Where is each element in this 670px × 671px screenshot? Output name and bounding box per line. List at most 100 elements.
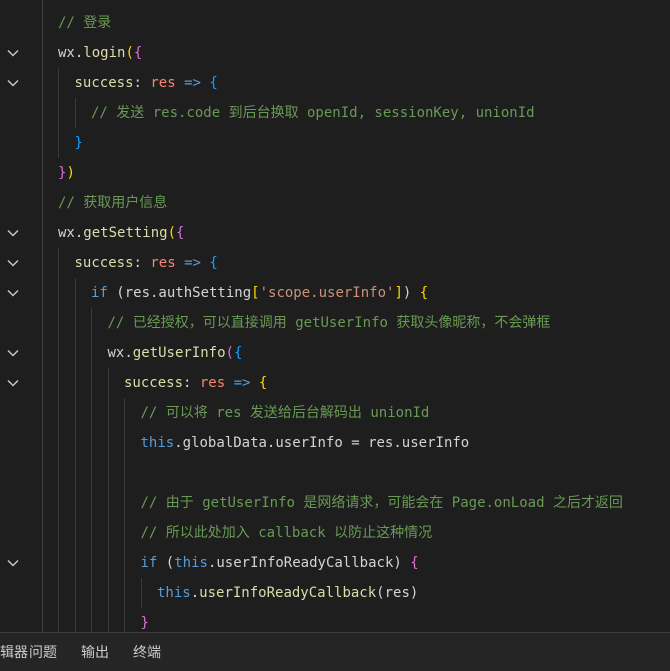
code-token: res.authSetting — [124, 285, 252, 301]
code-token: ] — [394, 285, 403, 301]
code-line[interactable]: wx.login({ — [58, 38, 142, 68]
code-token: login — [83, 45, 126, 61]
panel-tab-bar: 编辑器 问题 输出 终端 — [0, 632, 670, 671]
indent-guide — [91, 308, 92, 632]
chevron-down-icon — [7, 379, 19, 387]
code-editor[interactable]: // 登录 wx.login({success: res => {// 发送 re… — [0, 0, 670, 632]
indent-guide — [108, 368, 109, 632]
code-token: // 所以此处加入 callback 以防止这种情况 — [140, 525, 433, 541]
fold-toggle[interactable] — [0, 248, 26, 278]
code-token: res — [199, 375, 226, 391]
code-token: ( — [157, 555, 175, 571]
code-token: [ — [251, 285, 260, 301]
tab-output[interactable]: 输出 — [81, 633, 109, 671]
chevron-down-icon — [7, 289, 19, 297]
code-token: : — [133, 75, 151, 91]
code-token: success — [124, 375, 184, 391]
code-line[interactable]: // 发送 res.code 到后台换取 openId, sessionKey,… — [91, 98, 535, 128]
code-token: getSetting — [83, 225, 168, 241]
tab-problems[interactable]: 问题 — [29, 633, 57, 671]
chevron-down-icon — [7, 79, 19, 87]
code-token: 'scope.userInfo' — [259, 285, 395, 301]
code-line[interactable]: success: res => { — [75, 248, 218, 278]
code-token: ) — [66, 165, 75, 181]
code-line[interactable]: } — [75, 128, 83, 158]
code-token: .globalData.userInfo = res.userInfo — [174, 435, 470, 451]
code-line[interactable]: // 登录 — [58, 8, 111, 38]
code-token: success — [74, 75, 134, 91]
code-token: { — [258, 375, 268, 391]
code-line[interactable]: success: res => { — [124, 368, 267, 398]
code-token: } — [74, 135, 83, 151]
indent-guide — [75, 278, 76, 632]
indent-ruler — [42, 0, 43, 632]
fold-toggle[interactable] — [0, 548, 26, 578]
code-token: (res) — [376, 585, 419, 601]
fold-toggle[interactable] — [0, 338, 26, 368]
code-token: this — [140, 435, 175, 451]
code-line[interactable]: success: res => { — [75, 68, 218, 98]
chevron-down-icon — [7, 229, 19, 237]
code-token: // 已经授权，可以直接调用 getUserInfo 获取头像昵称，不会弹框 — [107, 315, 551, 331]
code-token: // 可以将 res 发送给后台解码出 unionId — [140, 405, 430, 421]
code-token: } — [140, 615, 149, 631]
code-line[interactable]: // 已经授权，可以直接调用 getUserInfo 获取头像昵称，不会弹框 — [108, 308, 551, 338]
code-token: // 由于 getUserInfo 是网络请求，可能会在 Page.onLoad… — [140, 495, 623, 511]
code-token: : — [183, 375, 200, 391]
code-token: .userInfoReadyCallback) — [207, 555, 411, 571]
indent-guide — [58, 248, 59, 632]
code-line[interactable]: this.userInfoReadyCallback(res) — [157, 578, 418, 608]
fold-toggle[interactable] — [0, 368, 26, 398]
code-token: ( — [125, 45, 134, 61]
code-token: . — [190, 585, 200, 601]
code-line[interactable]: wx.getUserInfo({ — [108, 338, 243, 368]
code-token: this — [157, 585, 191, 601]
code-line[interactable]: if (res.authSetting['scope.userInfo']) { — [91, 278, 428, 308]
code-line[interactable]: // 可以将 res 发送给后台解码出 unionId — [141, 398, 430, 428]
code-token: if — [140, 555, 158, 571]
code-token: { — [176, 225, 185, 241]
code-token: { — [410, 555, 419, 571]
code-token: ) — [402, 285, 420, 301]
code-token: { — [133, 45, 143, 61]
code-token: ( — [167, 225, 177, 241]
fold-toggle[interactable] — [0, 38, 26, 68]
code-token: ( — [107, 285, 125, 301]
code-token: wx. — [58, 225, 84, 241]
code-line[interactable]: wx.getSetting({ — [58, 218, 184, 248]
indent-guide — [141, 578, 142, 608]
code-line[interactable]: // 所以此处加入 callback 以防止这种情况 — [141, 518, 433, 548]
code-token: res — [150, 255, 176, 271]
fold-toggle[interactable] — [0, 278, 26, 308]
code-token: => — [175, 75, 210, 91]
tab-editor[interactable]: 编辑器 — [0, 633, 28, 671]
indent-guide — [75, 98, 76, 128]
code-token: { — [233, 345, 243, 361]
code-line[interactable]: if (this.userInfoReadyCallback) { — [141, 548, 419, 578]
code-line[interactable]: // 由于 getUserInfo 是网络请求，可能会在 Page.onLoad… — [141, 488, 623, 518]
code-token: userInfoReadyCallback — [199, 585, 377, 601]
code-token: wx. — [107, 345, 133, 361]
chevron-down-icon — [7, 349, 19, 357]
indent-guide — [124, 398, 125, 632]
code-token: wx. — [58, 45, 84, 61]
code-token: ( — [225, 345, 234, 361]
code-line[interactable]: this.globalData.userInfo = res.userInfo — [141, 428, 470, 458]
chevron-down-icon — [7, 559, 19, 567]
code-token: this — [174, 555, 208, 571]
code-line[interactable]: }) — [58, 158, 75, 188]
code-token: // 获取用户信息 — [58, 195, 168, 211]
fold-gutter — [0, 0, 26, 632]
code-token: // 登录 — [58, 15, 112, 31]
code-token: if — [91, 285, 108, 301]
code-line[interactable]: } — [141, 608, 149, 632]
indent-guide — [58, 68, 59, 158]
tab-terminal[interactable]: 终端 — [133, 633, 161, 671]
code-token: success — [74, 255, 134, 271]
code-line[interactable]: // 获取用户信息 — [58, 188, 167, 218]
code-token: { — [209, 75, 218, 91]
code-token: => — [225, 375, 259, 391]
fold-toggle[interactable] — [0, 68, 26, 98]
fold-toggle[interactable] — [0, 218, 26, 248]
code-token: getUserInfo — [132, 345, 226, 361]
